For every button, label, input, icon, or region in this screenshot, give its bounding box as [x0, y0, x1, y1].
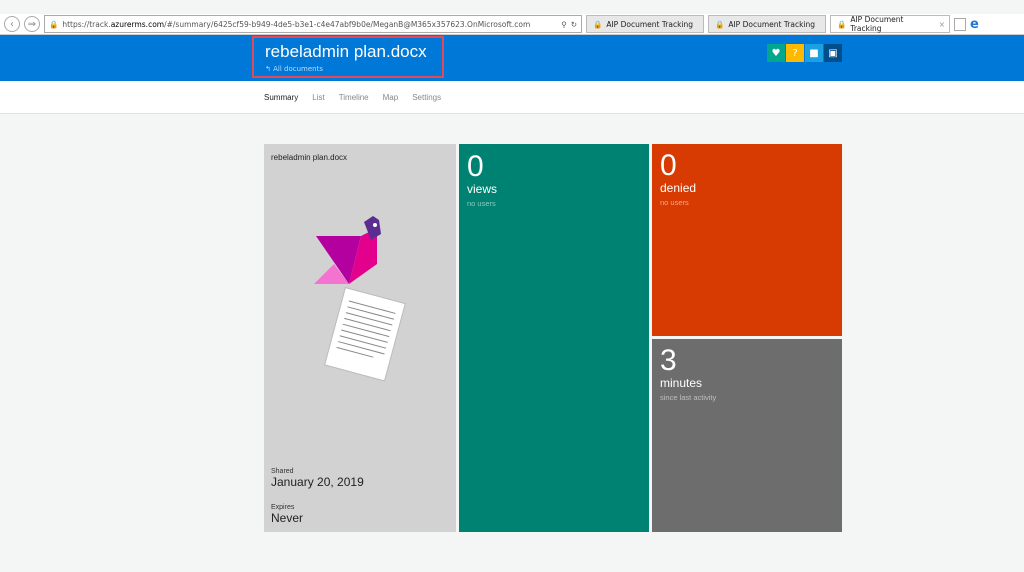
title-highlight: rebeladmin plan.docx ↰ All documents: [252, 36, 444, 78]
activity-sub: since last activity: [660, 393, 717, 402]
activity-count: 3: [660, 344, 677, 377]
denied-unit: denied: [660, 181, 697, 195]
browser-tab[interactable]: 🔒 AIP Document Tracking: [708, 15, 826, 33]
expires-label: Expires: [271, 504, 295, 511]
tab-settings[interactable]: Settings: [412, 93, 441, 102]
document-tile: rebeladmin plan.docx Shared January 20, …: [264, 144, 456, 532]
views-tile[interactable]: 0 views no users: [459, 144, 649, 532]
tab-timeline[interactable]: Timeline: [339, 93, 369, 102]
back-button[interactable]: ‹: [4, 16, 20, 32]
tab-title: AIP Document Tracking: [850, 15, 904, 33]
shared-date: January 20, 2019: [271, 475, 364, 489]
feedback-icon[interactable]: ▣: [824, 44, 842, 62]
views-sub: no users: [467, 199, 496, 208]
tab-nav: Summary List Timeline Map Settings: [0, 81, 1024, 114]
tab-summary[interactable]: Summary: [264, 93, 298, 102]
lock-icon: 🔒: [715, 19, 725, 29]
tab-list[interactable]: List: [312, 93, 324, 102]
url-text: https://track.azurerms.com/#/summary/642…: [62, 19, 531, 29]
browser-tab-active[interactable]: 🔒 AIP Document Tracking ×: [830, 15, 950, 33]
search-icon[interactable]: ⚲: [561, 20, 567, 29]
lock-icon: 🔒: [593, 19, 603, 29]
page-title: rebeladmin plan.docx: [265, 42, 427, 61]
document-name: rebeladmin plan.docx: [271, 153, 348, 162]
denied-count: 0: [660, 149, 677, 182]
shared-label: Shared: [271, 468, 294, 475]
tab-map[interactable]: Map: [383, 93, 399, 102]
browser-toolbar: ‹ ⇒ 🔒 https://track.azurerms.com/#/summa…: [0, 14, 1024, 35]
expires-value: Never: [271, 511, 304, 525]
activity-unit: minutes: [660, 376, 703, 390]
tab-title: AIP Document Tracking: [606, 19, 694, 29]
denied-sub: no users: [660, 198, 689, 207]
forward-button[interactable]: ⇒: [24, 16, 40, 32]
lock-icon: 🔒: [49, 19, 59, 29]
new-tab-button[interactable]: [954, 17, 966, 31]
views-unit: views: [467, 182, 498, 196]
bird-document-illustration: [314, 216, 406, 382]
close-tab-icon[interactable]: ×: [939, 20, 945, 29]
app-header: rebeladmin plan.docx ↰ All documents ♥ ?…: [0, 35, 1024, 81]
browser-tab[interactable]: 🔒 AIP Document Tracking: [586, 15, 704, 33]
views-count: 0: [467, 150, 484, 183]
denied-tile[interactable]: 0 denied no users: [652, 144, 842, 336]
all-documents-link[interactable]: ↰ All documents: [265, 65, 323, 73]
ie-logo-icon: e: [970, 16, 979, 32]
lock-icon: 🔒: [837, 19, 847, 29]
help-icon[interactable]: ?: [786, 44, 804, 62]
activity-tile[interactable]: 3 minutes since last activity: [652, 339, 842, 532]
user-icon[interactable]: ■: [805, 44, 823, 62]
tab-title: AIP Document Tracking: [728, 19, 816, 29]
refresh-icon[interactable]: ↻: [571, 20, 577, 29]
heart-icon[interactable]: ♥: [767, 44, 785, 62]
address-bar[interactable]: 🔒 https://track.azurerms.com/#/summary/6…: [44, 15, 582, 33]
